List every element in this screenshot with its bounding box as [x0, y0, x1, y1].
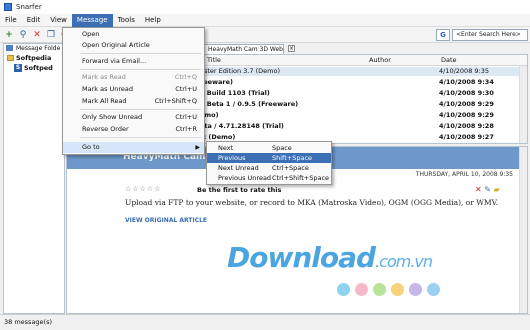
- title-bar: Snarfer: [0, 0, 530, 14]
- row-date: 4/10/2008 9:29: [439, 100, 494, 108]
- reading-scrollbar[interactable]: [519, 147, 527, 313]
- list-scrollbar[interactable]: [519, 66, 527, 143]
- watermark-logo: Download.com.vn: [227, 241, 433, 274]
- window-title: Snarfer: [16, 3, 42, 11]
- tab-article[interactable]: HeavyMath Cam 3D Webm...: [204, 44, 284, 54]
- menu-item-go-to[interactable]: Go to ▶: [63, 142, 204, 153]
- folder-article-icon[interactable]: ▰: [494, 185, 500, 194]
- row-date: 4/10/2008 9:28: [439, 122, 494, 130]
- article-actions: ✕ ✎ ▰: [475, 185, 500, 194]
- row-title: 3 Build 1103 (Trial): [200, 89, 270, 97]
- watermark-dot: [409, 283, 422, 296]
- status-bar: 38 message(s): [0, 314, 530, 330]
- rating-label: Be the first to rate this: [197, 186, 282, 194]
- folder-pane-title: Message Folde: [16, 45, 61, 52]
- message-menu: Open Open Original Article Forward via E…: [62, 27, 205, 155]
- menu-separator: [80, 137, 201, 138]
- article-body: Upload via FTP to your website, or recor…: [125, 198, 499, 207]
- menu-separator: [80, 69, 201, 70]
- copy-icon[interactable]: ❐: [46, 30, 56, 40]
- rating-stars[interactable]: ☆☆☆☆☆: [125, 185, 161, 193]
- row-title: eta / 4.71.28148 (Trial): [200, 122, 284, 130]
- goto-submenu: Next Space Previous Shift+Space Next Unrea…: [206, 141, 332, 185]
- menu-item-mark-read[interactable]: Mark as Read Ctrl+Q: [63, 72, 204, 83]
- watermark-dot: [337, 283, 350, 296]
- goto-previous-unread[interactable]: Previous Unread Ctrl+Shift+Space: [207, 173, 331, 183]
- delete-icon[interactable]: ✕: [32, 30, 42, 40]
- app-icon: [4, 3, 12, 11]
- row-date: 4/10/2008 9:30: [439, 89, 494, 97]
- row-title: aster Edition 3.7 (Demo): [200, 67, 280, 75]
- watermark-dot: [391, 283, 404, 296]
- watermark-dot: [355, 283, 368, 296]
- folder-pane: Message Folde Softpedia S Softped: [3, 43, 65, 314]
- search-input[interactable]: <Enter Search Here>: [452, 29, 528, 41]
- row-date: 4/10/2008 9:29: [439, 111, 494, 119]
- menu-item-only-unread[interactable]: Only Show Unread Ctrl+U: [63, 112, 204, 123]
- menu-tools[interactable]: Tools: [113, 14, 140, 27]
- tree-item-softpedia[interactable]: Softpedia: [4, 53, 64, 63]
- goto-next[interactable]: Next Space: [207, 143, 331, 153]
- menu-item-reverse-order[interactable]: Reverse Order Ctrl+R: [63, 124, 204, 135]
- feed-icon: S: [14, 64, 22, 72]
- menu-message[interactable]: Message: [71, 13, 113, 27]
- delete-article-icon[interactable]: ✕: [475, 185, 482, 194]
- menu-separator: [80, 109, 201, 110]
- watermark-dots: [337, 283, 440, 296]
- menu-view[interactable]: View: [45, 14, 72, 27]
- menu-item-open-original[interactable]: Open Original Article: [63, 40, 204, 51]
- add-feed-icon[interactable]: +: [4, 30, 14, 40]
- watermark-dot: [373, 283, 386, 296]
- menu-help[interactable]: Help: [140, 14, 166, 27]
- menu-item-forward-email[interactable]: Forward via Email...: [63, 56, 204, 67]
- tab-close-icon[interactable]: ×: [288, 45, 295, 52]
- column-date[interactable]: Date: [441, 55, 457, 66]
- column-author[interactable]: Author: [369, 55, 391, 66]
- menu-item-open[interactable]: Open: [63, 29, 204, 40]
- menu-edit[interactable]: Edit: [22, 14, 46, 27]
- menu-item-mark-unread[interactable]: Mark as Unread Ctrl+U: [63, 84, 204, 95]
- menu-file[interactable]: File: [0, 14, 22, 27]
- tree-item-softpedia-feed[interactable]: S Softped: [4, 63, 64, 73]
- search-icon[interactable]: ⚲: [18, 30, 28, 40]
- goto-next-unread[interactable]: Next Unread Ctrl+Space: [207, 163, 331, 173]
- menu-item-mark-all-read[interactable]: Mark All Read Ctrl+Shift+Q: [63, 96, 204, 107]
- submenu-arrow-icon: ▶: [195, 144, 200, 151]
- menu-separator: [80, 53, 201, 54]
- row-date: 4/10/2008 9:34: [439, 78, 494, 86]
- search-engine-icon[interactable]: G: [436, 29, 450, 41]
- view-original-link[interactable]: VIEW ORIGINAL ARTICLE: [125, 217, 207, 224]
- folder-root-icon: [6, 45, 13, 51]
- goto-previous[interactable]: Previous Shift+Space: [207, 153, 331, 163]
- folder-icon: [7, 55, 14, 61]
- edit-article-icon[interactable]: ✎: [484, 185, 491, 194]
- menu-bar: File Edit View Message Tools Help: [0, 13, 530, 27]
- row-date: 4/10/2008 9:27: [439, 133, 494, 141]
- column-title[interactable]: Title: [207, 55, 221, 66]
- watermark-dot: [427, 283, 440, 296]
- folder-pane-header: Message Folde: [4, 44, 64, 53]
- row-title: 2 Beta 1 / 0.9.5 (Freeware): [200, 100, 299, 108]
- tab-strip: HeavyMath Cam 3D Webm... ×: [204, 43, 528, 54]
- row-date: 4/10/2008 9:35: [439, 67, 489, 75]
